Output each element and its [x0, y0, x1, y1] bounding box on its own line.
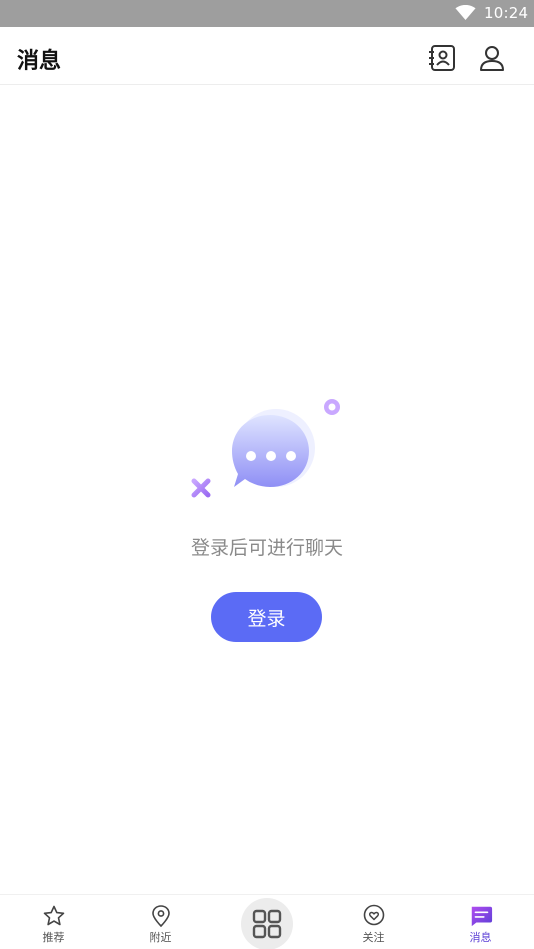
tab-nearby[interactable]: 附近: [107, 895, 214, 949]
location-pin-icon: [151, 905, 170, 928]
wifi-icon: [455, 5, 476, 20]
tab-follow[interactable]: 关注: [320, 895, 427, 949]
grid-icon: [252, 909, 282, 939]
profile-button[interactable]: [477, 43, 507, 73]
tab-label: 消息: [469, 931, 492, 944]
tab-label: 附近: [149, 931, 172, 944]
tab-label: 关注: [362, 931, 385, 944]
bottom-tab-bar: 推荐 附近 关注 消息: [0, 894, 534, 949]
star-icon: [43, 905, 64, 926]
status-bar: 10:24: [0, 0, 534, 27]
heart-pin-icon: [363, 904, 384, 926]
user-icon: [480, 46, 504, 71]
tab-messages[interactable]: 消息: [427, 895, 534, 949]
message-icon: [471, 906, 492, 927]
tab-center-grid[interactable]: [241, 898, 293, 949]
status-time: 10:24: [484, 4, 529, 22]
page-title: 消息: [17, 49, 62, 74]
contacts-book-icon: [429, 45, 455, 71]
empty-message: 登录后可进行聊天: [190, 537, 343, 559]
tab-label: 推荐: [42, 931, 65, 944]
login-button[interactable]: 登录: [211, 592, 322, 642]
app-header: 消息: [0, 27, 534, 85]
contacts-button[interactable]: [427, 43, 457, 73]
chat-bubble-illustration: [191, 399, 340, 498]
tab-recommend[interactable]: 推荐: [0, 895, 107, 949]
